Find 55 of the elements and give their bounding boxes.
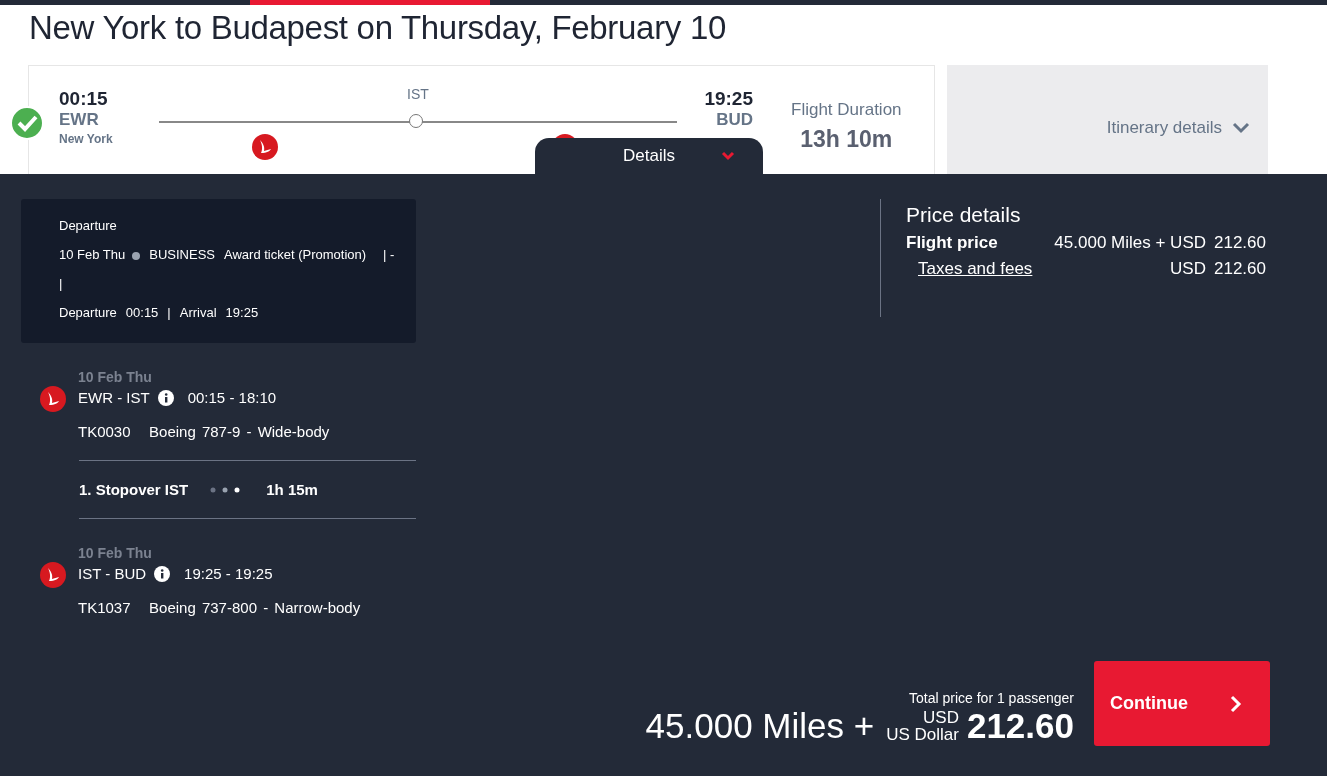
departure-city: New York	[59, 132, 114, 146]
separator: |	[167, 305, 171, 320]
segment-route: EWR - IST	[78, 389, 150, 406]
stop-node	[409, 114, 423, 128]
chevron-icon	[721, 151, 735, 161]
total-miles: 45.000 Miles +	[645, 706, 875, 746]
price-label: Flight price	[906, 233, 999, 253]
bullet-dot	[132, 251, 141, 260]
fare-type: Award ticket (Promotion)	[224, 247, 367, 262]
currency-name: US Dollar	[886, 726, 959, 743]
departure-label: Departure	[59, 305, 117, 320]
duration-value: 13h 10m	[799, 126, 894, 153]
continue-button[interactable]: Continue	[1094, 661, 1270, 746]
duration-label: Flight Duration	[791, 100, 902, 120]
chevron-down-icon	[1232, 121, 1250, 134]
airline-logo-icon	[40, 562, 66, 588]
taxes-link[interactable]: Taxes and fees	[906, 259, 1042, 279]
flight-info: TK0030 Boeing 787-9 - Wide-body	[78, 423, 330, 440]
details-tab[interactable]: Details	[535, 138, 763, 174]
departure-time: 00:15	[125, 305, 159, 320]
currency-code: USD	[923, 709, 959, 726]
stopover-duration: 1h 15m	[266, 481, 318, 498]
price-amount: 212.60	[1214, 233, 1266, 253]
departure-time: 00:15	[59, 88, 109, 110]
segment-times: 19:25 - 19:25	[184, 565, 273, 582]
chevron-right-icon	[1230, 694, 1242, 713]
segment-times: 00:15 - 18:10	[187, 389, 277, 406]
price-amount: 212.60	[1214, 259, 1266, 279]
arrival-label: Arrival	[179, 305, 217, 320]
flight-info: TK1037 Boeing 737-800 - Narrow-body	[78, 599, 361, 616]
stop-code: IST	[407, 86, 429, 102]
segment-date: 10 Feb Thu	[78, 545, 153, 561]
price-details-title: Price details	[906, 203, 1022, 227]
summary-heading: Departure	[59, 218, 117, 233]
summary-extra: | -	[383, 247, 395, 262]
segment-date: 10 Feb Thu	[78, 369, 153, 385]
page-title: New York to Budapest on Thursday, February 10	[28, 8, 728, 48]
info-icon[interactable]	[157, 389, 174, 406]
segment-route: IST - BUD	[78, 565, 147, 582]
summary-extra: |	[59, 276, 63, 291]
summary-date: 10 Feb Thu	[59, 247, 126, 262]
cabin-class: BUSINESS	[149, 247, 215, 262]
total-amount: 212.60	[966, 706, 1074, 746]
price-currency: USD	[1169, 259, 1206, 279]
stopover-label: 1. Stopover IST	[79, 481, 189, 498]
airline-logo-icon	[40, 386, 66, 412]
arrival-code: BUD	[715, 110, 753, 130]
departure-code: EWR	[59, 110, 100, 130]
info-icon[interactable]	[154, 565, 171, 582]
arrival-time: 19:25	[703, 88, 753, 110]
itinerary-details-button[interactable]: Itinerary details	[1106, 117, 1250, 138]
airline-logo-icon	[252, 134, 278, 160]
arrival-time: 19:25	[225, 305, 259, 320]
total-caption: Total price for 1 passenger	[909, 690, 1074, 706]
price-currency: 45.000 Miles + USD	[1053, 233, 1206, 253]
